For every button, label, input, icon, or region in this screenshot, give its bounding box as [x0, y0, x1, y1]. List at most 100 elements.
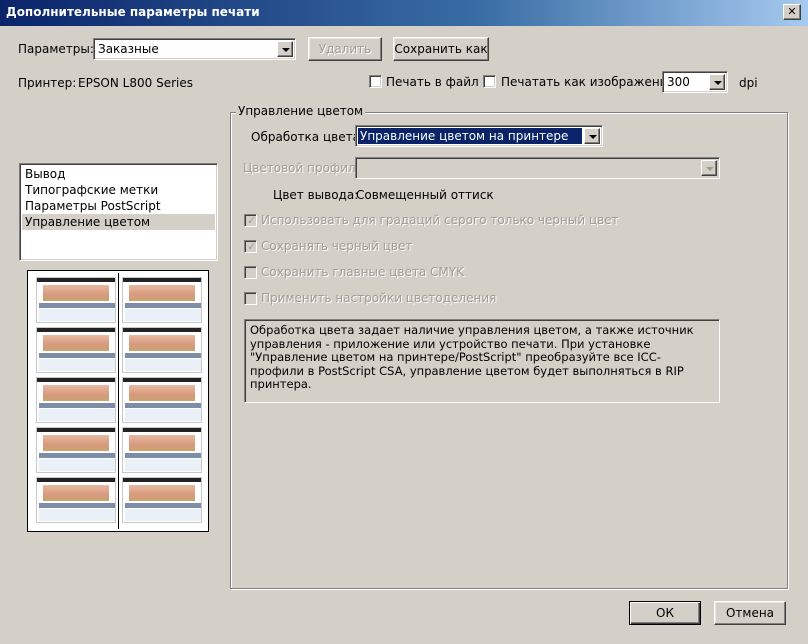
checkmark-icon: ✓: [247, 214, 257, 227]
apply-separation-label: Применить настройки цветоделения: [261, 291, 497, 305]
color-profile-label: Цветовой профиль:: [243, 161, 367, 175]
preserve-black-label: Сохранять черный цвет: [261, 239, 413, 253]
sheet-footer: [39, 359, 115, 371]
sheet-footer: [39, 409, 115, 421]
print-to-file-label[interactable]: Печать в файл: [386, 75, 479, 89]
preserve-black-checkbox[interactable]: ✓: [244, 240, 257, 253]
section-item-output[interactable]: Вывод: [22, 166, 215, 182]
chevron-down-icon[interactable]: [584, 128, 600, 144]
printer-name: EPSON L800 Series: [78, 76, 193, 90]
sheet-ruler: [123, 478, 201, 482]
sheet-band: [39, 403, 115, 408]
print-as-image-checkbox[interactable]: [483, 75, 496, 88]
section-item-postscript[interactable]: Параметры PostScript: [22, 198, 215, 214]
presets-label: Параметры:: [18, 42, 94, 56]
color-handling-combo[interactable]: Управление цветом на принтере: [355, 125, 603, 147]
page-preview: [27, 270, 209, 532]
title-bar: Дополнительные параметры печати ✕: [0, 0, 808, 26]
sheet-image: [43, 285, 109, 301]
sheet-ruler: [37, 478, 115, 482]
color-profile-combo[interactable]: [355, 157, 720, 179]
sheet-ruler: [37, 428, 115, 432]
sheet-band: [39, 453, 115, 458]
delete-button[interactable]: Удалить: [308, 37, 382, 61]
sheet-band: [125, 303, 201, 308]
preview-sheet: [36, 277, 116, 323]
print-as-image-label[interactable]: Печатать как изображение: [501, 75, 675, 89]
printer-label: Принтер:: [18, 76, 77, 90]
sheet-band: [39, 353, 115, 358]
preview-sheet: [122, 327, 202, 373]
output-color-label: Цвет вывода:: [273, 188, 359, 202]
close-icon: ✕: [787, 5, 797, 18]
sheet-footer: [125, 309, 201, 321]
sheet-footer: [125, 359, 201, 371]
section-item-marks[interactable]: Типографские метки: [22, 182, 215, 198]
sheet-image: [129, 285, 195, 301]
sheet-image: [129, 335, 195, 351]
apply-separation-checkbox[interactable]: [244, 292, 257, 305]
sheet-band: [125, 453, 201, 458]
sheet-band: [39, 503, 115, 508]
gray-black-only-checkbox[interactable]: ✓: [244, 214, 257, 227]
presets-combo[interactable]: Заказные: [93, 38, 296, 60]
window-title: Дополнительные параметры печати: [6, 5, 260, 19]
preserve-cmyk-label: Сохранить главные цвета CMYK: [261, 265, 464, 279]
ok-button[interactable]: ОК: [629, 601, 701, 625]
sheet-band: [39, 303, 115, 308]
color-management-group-title: Управление цветом: [236, 104, 366, 118]
gray-black-only-label: Использовать для градаций серого только …: [261, 213, 619, 227]
sheet-ruler: [123, 328, 201, 332]
sheet-footer: [39, 459, 115, 471]
sheet-image: [129, 435, 195, 451]
dpi-unit-label: dpi: [739, 76, 758, 90]
color-handling-label: Обработка цвета:: [251, 130, 364, 144]
sheet-ruler: [37, 378, 115, 382]
save-as-button[interactable]: Сохранить как: [393, 37, 489, 61]
preview-sheet: [122, 277, 202, 323]
section-item-color-management[interactable]: Управление цветом: [22, 214, 215, 230]
sheet-band: [125, 353, 201, 358]
sheet-ruler: [123, 278, 201, 282]
sheet-footer: [125, 459, 201, 471]
preview-center-line: [118, 273, 119, 529]
sheet-image: [129, 485, 195, 501]
sheet-footer: [39, 309, 115, 321]
preview-sheet: [36, 477, 116, 523]
sheet-image: [43, 485, 109, 501]
sheet-band: [125, 503, 201, 508]
print-to-file-checkbox[interactable]: [369, 75, 382, 88]
preserve-cmyk-checkbox[interactable]: [244, 266, 257, 279]
color-handling-value: Управление цветом на принтере: [360, 129, 569, 143]
sheet-image: [129, 385, 195, 401]
sheet-footer: [125, 409, 201, 421]
presets-value: Заказные: [98, 42, 159, 56]
chevron-down-icon[interactable]: [701, 160, 717, 176]
sheet-image: [43, 335, 109, 351]
sheet-ruler: [37, 328, 115, 332]
sheet-footer: [125, 509, 201, 521]
chevron-down-icon[interactable]: [277, 41, 293, 57]
sheet-ruler: [123, 428, 201, 432]
dpi-combo[interactable]: 300: [662, 71, 728, 93]
checkmark-icon: ✓: [247, 240, 257, 253]
dpi-value: 300: [667, 75, 690, 89]
preview-sheet: [36, 427, 116, 473]
sheet-image: [43, 435, 109, 451]
sheet-ruler: [123, 378, 201, 382]
preview-sheet: [122, 427, 202, 473]
preview-sheet: [122, 477, 202, 523]
cancel-button[interactable]: Отмена: [714, 601, 786, 625]
preview-sheet: [36, 327, 116, 373]
sheet-footer: [39, 509, 115, 521]
chevron-down-icon[interactable]: [709, 74, 725, 90]
sheet-ruler: [37, 278, 115, 282]
description-box: Обработка цвета задает наличие управлени…: [244, 319, 720, 403]
output-color-value: Совмещенный оттиск: [356, 188, 494, 202]
preview-sheet: [122, 377, 202, 423]
section-list[interactable]: Вывод Типографские метки Параметры PostS…: [19, 163, 218, 261]
sheet-image: [43, 385, 109, 401]
close-button[interactable]: ✕: [783, 4, 801, 20]
sheet-band: [125, 403, 201, 408]
preview-sheet: [36, 377, 116, 423]
